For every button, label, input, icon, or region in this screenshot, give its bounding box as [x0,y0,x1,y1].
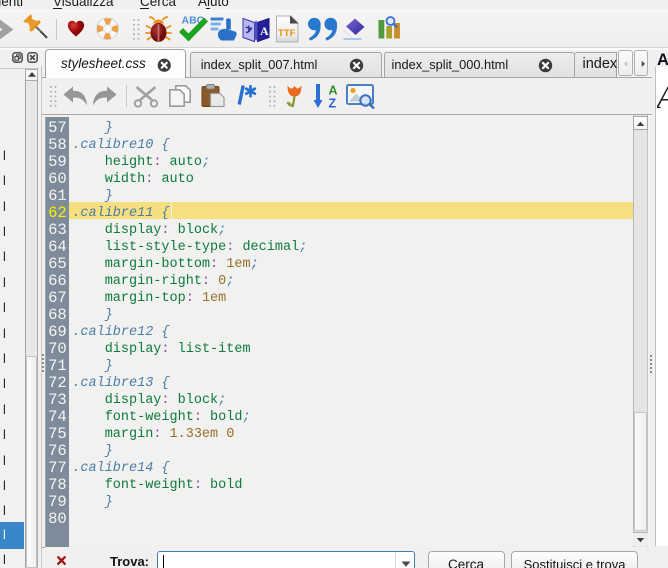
svg-text:A: A [329,84,338,98]
svg-text:TTF: TTF [278,28,296,39]
svg-text:A: A [260,24,269,38]
svg-text:Z: Z [329,97,337,110]
